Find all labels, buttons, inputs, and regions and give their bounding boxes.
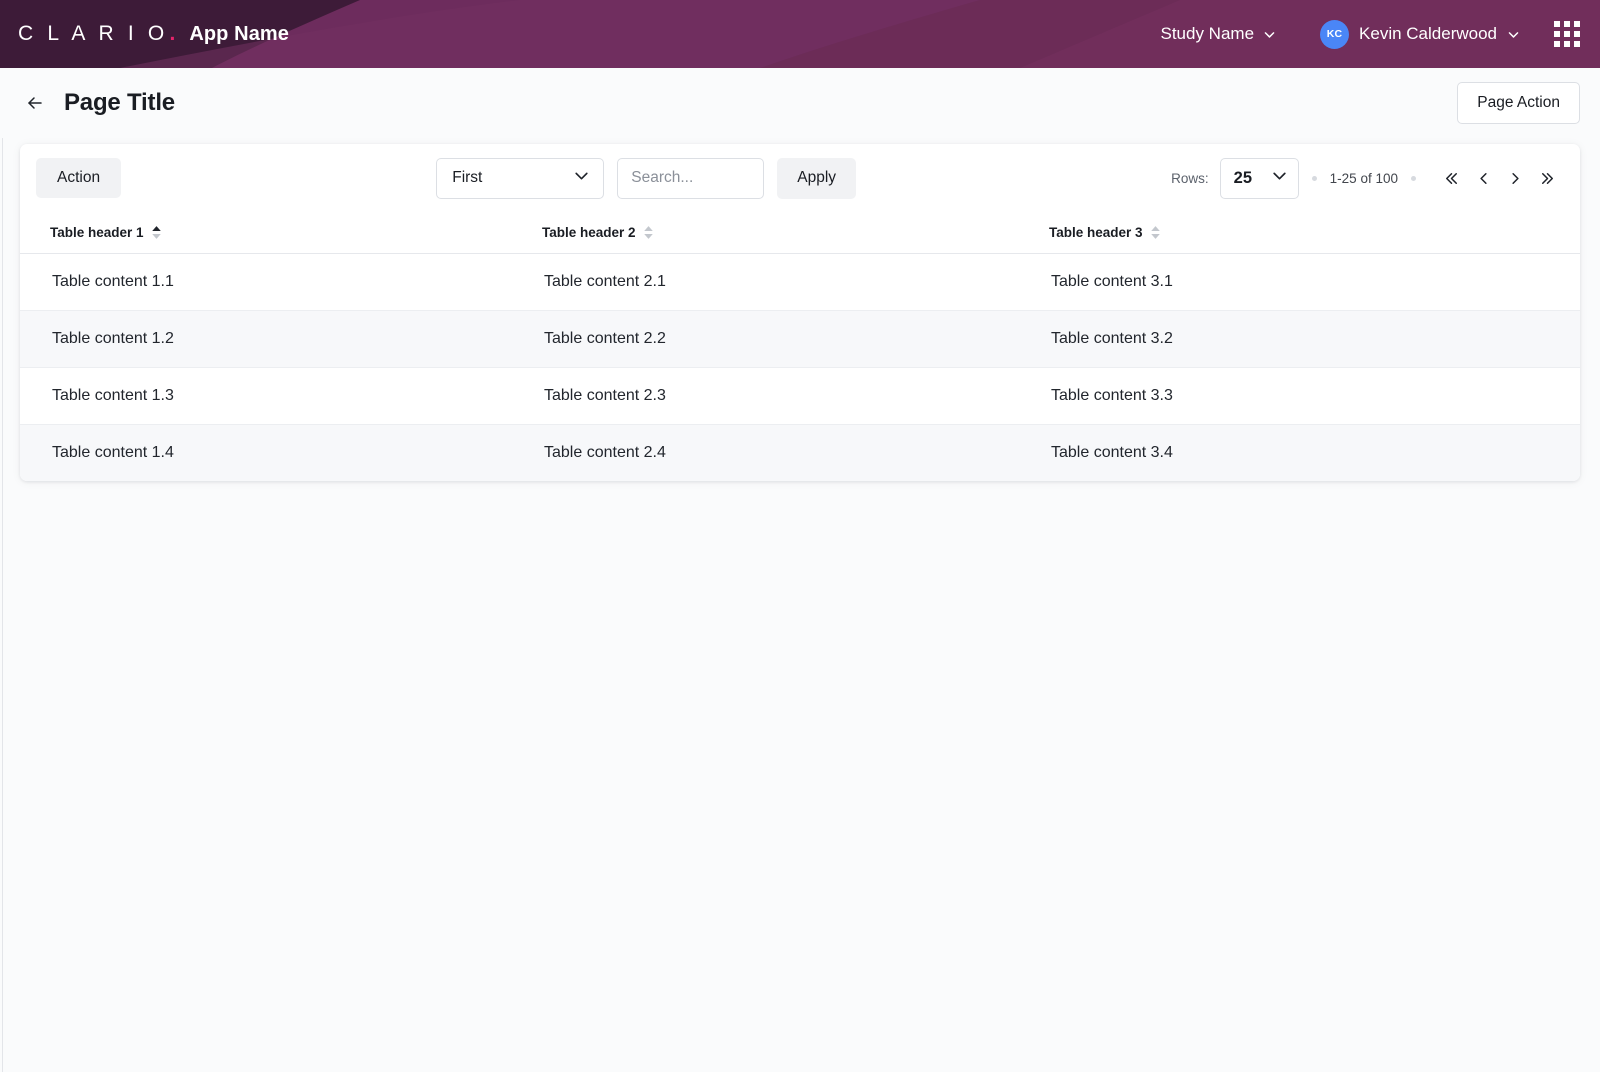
rows-per-page-value: 25 xyxy=(1233,168,1253,187)
chevron-down-icon xyxy=(1271,167,1288,189)
chevron-left-icon[interactable] xyxy=(1468,162,1500,194)
table-card: Action First Apply Rows: 25 1-25 of 100 xyxy=(20,144,1580,481)
table-cell: Table content 1.2 xyxy=(20,310,530,368)
page-title: Page Title xyxy=(64,89,175,116)
table-cell: Table content 1.1 xyxy=(20,253,530,311)
user-name: Kevin Calderwood xyxy=(1359,24,1497,43)
toolbar-filter-group: First Apply xyxy=(436,157,857,199)
chevrons-left-icon[interactable] xyxy=(1436,162,1468,194)
chevron-down-icon xyxy=(573,167,590,189)
table-cell: Table content 3.4 xyxy=(1035,424,1580,481)
table-cell: Table content 2.3 xyxy=(530,367,1035,425)
grid-dot xyxy=(1564,31,1570,37)
column-header-2-label: Table header 2 xyxy=(542,225,636,240)
grid-dot xyxy=(1574,31,1580,37)
clario-logo: C L A R I O xyxy=(18,22,169,45)
sort-none-icon xyxy=(643,225,654,240)
table-row[interactable]: Table content 1.1 Table content 2.1 Tabl… xyxy=(20,253,1580,311)
page-header: Page Title Page Action xyxy=(0,68,1600,138)
grid-dot xyxy=(1564,41,1570,47)
column-header-1[interactable]: Table header 1 xyxy=(20,212,530,254)
study-selector[interactable]: Study Name xyxy=(1160,24,1276,44)
table-body: Table content 1.1 Table content 2.1 Tabl… xyxy=(20,253,1580,481)
table-cell: Table content 2.4 xyxy=(530,424,1035,481)
chevrons-right-icon[interactable] xyxy=(1532,162,1564,194)
page-action-button[interactable]: Page Action xyxy=(1457,82,1580,124)
filter-select-value: First xyxy=(452,169,483,186)
pagination-controls: Rows: 25 1-25 of 100 xyxy=(1171,157,1564,199)
grid-dot xyxy=(1574,41,1580,47)
column-header-1-label: Table header 1 xyxy=(50,225,144,240)
apply-button[interactable]: Apply xyxy=(777,157,857,199)
app-header: C L A R I O . App Name Study Name KC Kev… xyxy=(0,0,1600,68)
study-selector-label: Study Name xyxy=(1160,24,1255,43)
column-header-3-label: Table header 3 xyxy=(1049,225,1143,240)
action-button[interactable]: Action xyxy=(36,158,122,198)
table-cell: Table content 2.2 xyxy=(530,310,1035,368)
rows-per-page-select[interactable]: 25 xyxy=(1219,157,1299,199)
pagination-range: 1-25 of 100 xyxy=(1329,170,1398,186)
app-name: App Name xyxy=(189,23,290,45)
brand: C L A R I O . App Name xyxy=(18,22,289,46)
separator-dot xyxy=(1410,175,1416,181)
table-toolbar: Action First Apply Rows: 25 1-25 of 100 xyxy=(20,144,1580,212)
sort-ascending-icon xyxy=(151,225,162,240)
header-right-controls: Study Name KC Kevin Calderwood xyxy=(1160,19,1600,49)
search-input[interactable] xyxy=(617,157,765,199)
grid-dot xyxy=(1554,41,1560,47)
table-row[interactable]: Table content 1.4 Table content 2.4 Tabl… xyxy=(20,424,1580,481)
grid-dot xyxy=(1564,21,1570,27)
table-head: Table header 1 Table header 2 Table head… xyxy=(20,212,1580,254)
chevron-down-icon xyxy=(1507,28,1520,41)
table-cell: Table content 2.1 xyxy=(530,253,1035,311)
table-cell: Table content 3.3 xyxy=(1035,367,1580,425)
table-row[interactable]: Table content 1.3 Table content 2.3 Tabl… xyxy=(20,367,1580,425)
clario-logo-dot: . xyxy=(169,22,176,45)
table-cell: Table content 3.1 xyxy=(1035,253,1580,311)
column-header-2[interactable]: Table header 2 xyxy=(530,212,1035,254)
chevron-right-icon[interactable] xyxy=(1500,162,1532,194)
chevron-down-icon xyxy=(1263,28,1276,41)
arrow-left-icon[interactable] xyxy=(22,90,48,116)
separator-dot xyxy=(1311,175,1317,181)
pagination-buttons xyxy=(1436,162,1564,194)
left-edge-divider xyxy=(2,68,3,1072)
sort-none-icon xyxy=(1150,225,1161,240)
filter-select[interactable]: First xyxy=(436,157,605,199)
table-cell: Table content 3.2 xyxy=(1035,310,1580,368)
table-header-row: Table header 1 Table header 2 Table head… xyxy=(20,212,1580,254)
user-menu[interactable]: KC Kevin Calderwood xyxy=(1320,19,1520,49)
grid-dot xyxy=(1554,31,1560,37)
apps-grid-icon[interactable] xyxy=(1554,21,1580,47)
table-cell: Table content 1.3 xyxy=(20,367,530,425)
table-row[interactable]: Table content 1.2 Table content 2.2 Tabl… xyxy=(20,310,1580,368)
grid-dot xyxy=(1574,21,1580,27)
table-cell: Table content 1.4 xyxy=(20,424,530,481)
avatar: KC xyxy=(1320,19,1350,49)
grid-dot xyxy=(1554,21,1560,27)
data-table: Table header 1 Table header 2 Table head… xyxy=(20,212,1580,481)
column-header-3[interactable]: Table header 3 xyxy=(1035,212,1580,254)
rows-label: Rows: xyxy=(1171,170,1209,186)
